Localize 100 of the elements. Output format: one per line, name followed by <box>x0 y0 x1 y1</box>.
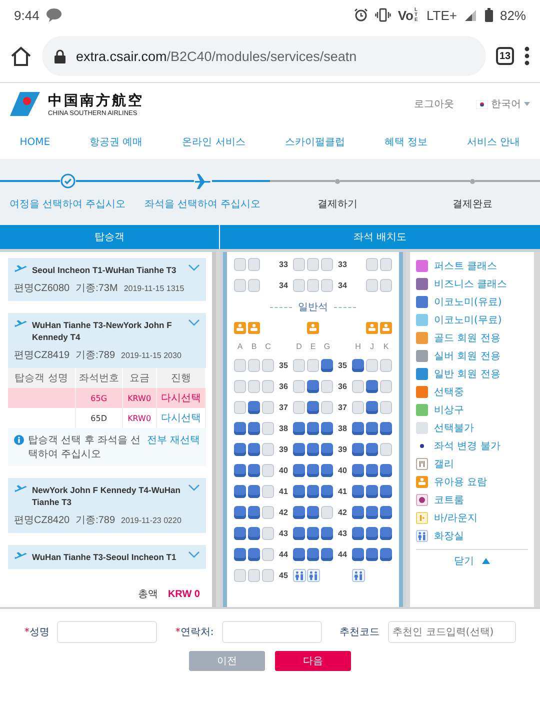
row-number: 36 <box>337 382 348 391</box>
seat[interactable] <box>234 443 246 456</box>
reset-all-link[interactable]: 전부 재선택 <box>146 433 200 447</box>
seat[interactable] <box>380 464 392 477</box>
seat[interactable] <box>234 422 246 435</box>
seat[interactable] <box>307 422 319 435</box>
seat[interactable] <box>380 506 392 519</box>
nav-link[interactable]: 온라인 서비스 <box>182 135 246 149</box>
language-dropdown[interactable]: 한국어 <box>476 97 530 111</box>
seat[interactable] <box>234 464 246 477</box>
flight-card[interactable]: WuHan Tianhe T3-NewYork John F Kennedy T4 편명CZ8419 기종:789 2019-11-15 2030 탑승객 성명 좌석번호 요금 진행 65G KRW0 다시선택 65D KRW0 다시선택 탑승객 선택 후 좌석을 선택하여 주십시오 전부 재선택 <box>8 313 206 466</box>
seat[interactable] <box>321 485 333 498</box>
seat[interactable] <box>352 422 364 435</box>
seat[interactable] <box>380 422 392 435</box>
seat[interactable] <box>352 464 364 477</box>
nav-link[interactable]: HOME <box>20 136 50 148</box>
next-button[interactable]: 다음 <box>275 651 351 671</box>
seat[interactable] <box>352 485 364 498</box>
flight-card[interactable]: Seoul Incheon T1-WuHan Tianhe T3 편명CZ6080 기종:73M 2019-11-15 1315 <box>8 258 206 301</box>
seat[interactable] <box>293 485 305 498</box>
seat[interactable] <box>234 485 246 498</box>
seat[interactable] <box>293 443 305 456</box>
menu-icon[interactable] <box>524 46 530 66</box>
column-letter: A <box>236 342 244 351</box>
seat[interactable] <box>307 401 319 414</box>
nav-link[interactable]: 혜택 정보 <box>384 135 428 149</box>
seat[interactable] <box>321 527 333 540</box>
seat[interactable] <box>234 548 246 561</box>
seat[interactable] <box>293 506 305 519</box>
seat[interactable] <box>307 506 319 519</box>
seat[interactable] <box>321 359 333 372</box>
nav-link[interactable]: 서비스 안내 <box>467 135 520 149</box>
seat[interactable] <box>248 422 260 435</box>
seat[interactable] <box>234 527 246 540</box>
seat[interactable] <box>352 527 364 540</box>
flag-icon <box>476 100 488 108</box>
airline-logo-icon <box>10 92 40 116</box>
seat[interactable] <box>293 422 305 435</box>
seat[interactable] <box>366 401 378 414</box>
passenger-row[interactable]: 65G KRW0 다시선택 <box>8 388 206 408</box>
seat[interactable] <box>307 380 319 393</box>
seat[interactable] <box>248 506 260 519</box>
seat[interactable] <box>293 548 305 561</box>
input-field[interactable] <box>222 621 322 643</box>
row-number: 38 <box>278 424 289 433</box>
seat[interactable] <box>366 548 378 561</box>
seat[interactable] <box>321 422 333 435</box>
input-field[interactable] <box>57 621 158 643</box>
seat[interactable] <box>248 401 260 414</box>
seat[interactable] <box>293 464 305 477</box>
nav-link[interactable]: 스카이펄클럽 <box>284 135 345 149</box>
seat[interactable] <box>307 548 319 561</box>
seat[interactable] <box>307 485 319 498</box>
seat[interactable] <box>366 380 378 393</box>
row-number: 44 <box>278 550 289 559</box>
seat[interactable] <box>321 548 333 561</box>
seat[interactable] <box>248 548 260 561</box>
seat[interactable] <box>380 548 392 561</box>
close-legend-button[interactable]: 닫기 <box>416 549 528 571</box>
seat[interactable] <box>307 443 319 456</box>
seat[interactable] <box>366 506 378 519</box>
row-number: 41 <box>278 487 289 496</box>
logout-link[interactable]: 로그아웃 <box>414 97 454 111</box>
nav-link[interactable]: 항공권 예매 <box>90 135 143 149</box>
reselect-link[interactable]: 다시선택 <box>156 408 206 428</box>
seat[interactable] <box>321 443 333 456</box>
column-header: 진행 <box>156 368 206 388</box>
seat[interactable] <box>366 443 378 456</box>
flight-card[interactable]: WuHan Tianhe T3-Seoul Incheon T1 <box>8 545 206 569</box>
flight-card[interactable]: NewYork John F Kennedy T4-WuHan Tianhe T3 편명CZ8420 기종:789 2019-11-23 0220 <box>8 478 206 533</box>
seat[interactable] <box>248 485 260 498</box>
tab-count-button[interactable]: 13 <box>496 47 514 65</box>
column-letter: K <box>382 342 390 351</box>
seat[interactable] <box>248 464 260 477</box>
seat[interactable] <box>307 527 319 540</box>
seat[interactable] <box>366 485 378 498</box>
flight-number: 편명CZ8420 <box>14 514 70 527</box>
seat[interactable] <box>248 443 260 456</box>
address-bar[interactable]: extra.csair.com/B2C40/modules/services/seatn <box>42 36 486 76</box>
seat[interactable] <box>380 527 392 540</box>
seat[interactable] <box>352 506 364 519</box>
seat[interactable] <box>366 464 378 477</box>
input-field[interactable]: 추천인 코드입력(선택) <box>388 621 516 643</box>
home-icon[interactable] <box>10 46 32 66</box>
seat[interactable] <box>352 443 364 456</box>
seat-number: 65G <box>75 388 123 408</box>
seat[interactable] <box>293 527 305 540</box>
caret-up-icon <box>482 558 490 564</box>
column-letter: H <box>354 342 362 351</box>
passenger-row[interactable]: 65D KRW0 다시선택 <box>8 408 206 428</box>
seat[interactable] <box>366 422 378 435</box>
seat[interactable] <box>352 548 364 561</box>
seat[interactable] <box>321 464 333 477</box>
reselect-link[interactable]: 다시선택 <box>156 388 206 408</box>
seat[interactable] <box>248 527 260 540</box>
seat[interactable] <box>380 485 392 498</box>
seat[interactable] <box>307 464 319 477</box>
seat[interactable] <box>234 506 246 519</box>
seat[interactable] <box>352 359 364 372</box>
seat[interactable] <box>366 527 378 540</box>
